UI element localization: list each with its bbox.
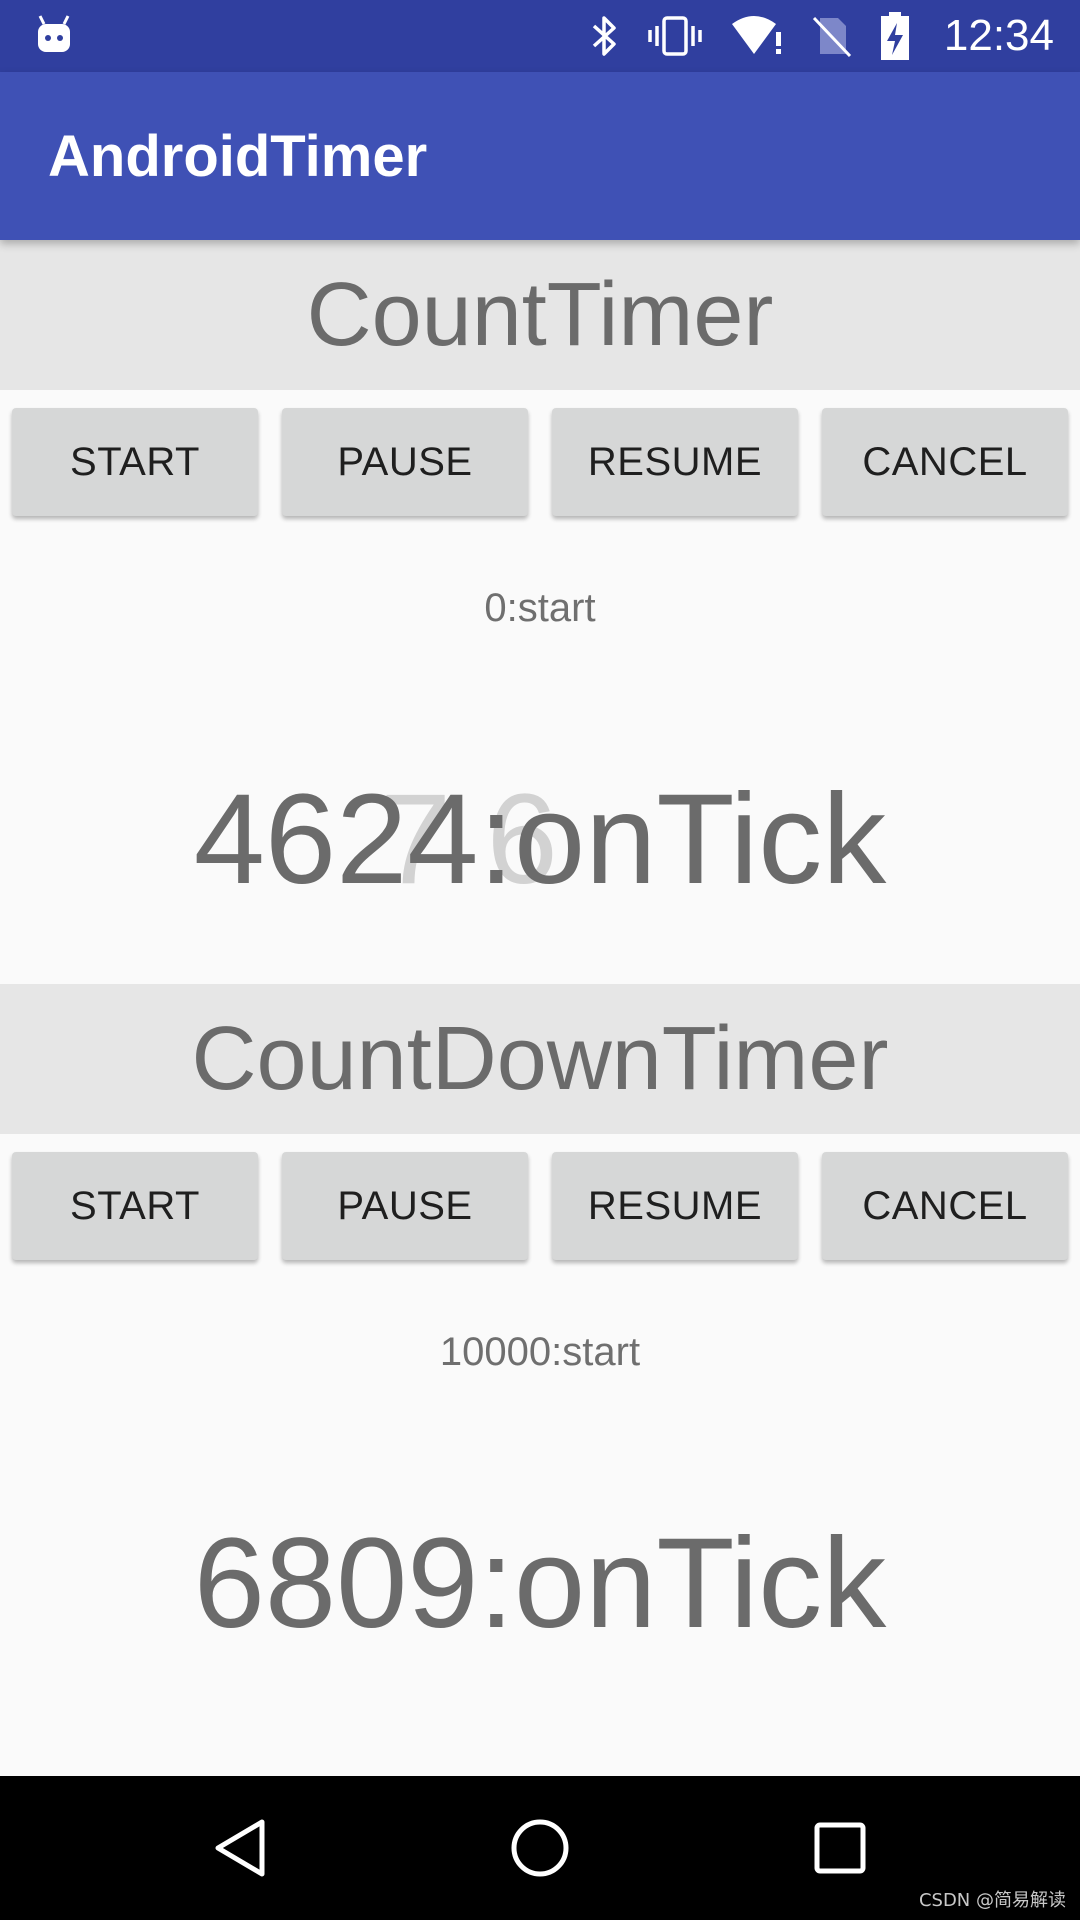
navigation-bar: CSDN @简易解读 <box>0 1776 1080 1920</box>
count-timer-header: CountTimer <box>0 240 1080 390</box>
count-timer-tick: 4624:onTick <box>193 768 887 911</box>
count-timer-cancel-button[interactable]: CANCEL <box>822 408 1068 516</box>
home-circle-icon <box>511 1819 569 1877</box>
recents-square-icon <box>814 1822 866 1874</box>
count-down-timer-button-row: START PAUSE RESUME CANCEL <box>0 1152 1080 1262</box>
app-title: AndroidTimer <box>48 123 428 189</box>
count-timer-status: 0:start <box>484 586 596 630</box>
wifi-alert-icon <box>731 16 781 54</box>
watermark: CSDN @简易解读 <box>918 1890 1066 1911</box>
count-down-timer-status: 10000:start <box>439 1330 641 1374</box>
count-down-timer-pause-button[interactable]: PAUSE <box>282 1152 528 1260</box>
count-timer-start-button[interactable]: START <box>12 408 258 516</box>
status-icons: 12:34 <box>590 0 1054 72</box>
bluetooth-icon <box>592 16 616 56</box>
count-timer-button-row: START PAUSE RESUME CANCEL <box>0 408 1080 518</box>
back-button[interactable] <box>180 1776 300 1920</box>
count-timer-resume-button[interactable]: RESUME <box>552 408 798 516</box>
status-bar: 12:34 <box>0 0 1080 72</box>
recents-button[interactable] <box>780 1776 900 1920</box>
home-button[interactable] <box>480 1776 600 1920</box>
no-sim-icon <box>812 16 851 58</box>
battery-charging-icon <box>880 12 909 60</box>
count-down-timer-cancel-button[interactable]: CANCEL <box>822 1152 1068 1260</box>
count-timer-pause-button[interactable]: PAUSE <box>282 408 528 516</box>
android-robot-icon <box>38 15 70 52</box>
status-clock: 12:34 <box>943 11 1054 60</box>
count-down-timer-resume-button[interactable]: RESUME <box>552 1152 798 1260</box>
count-down-timer-start-button[interactable]: START <box>12 1152 258 1260</box>
count-down-timer-tick: 6809:onTick <box>193 1512 887 1655</box>
count-down-timer-header: CountDownTimer <box>0 984 1080 1134</box>
vibrate-icon <box>648 16 702 56</box>
app-bar: AndroidTimer <box>0 72 1080 240</box>
back-triangle-icon <box>215 1819 265 1877</box>
